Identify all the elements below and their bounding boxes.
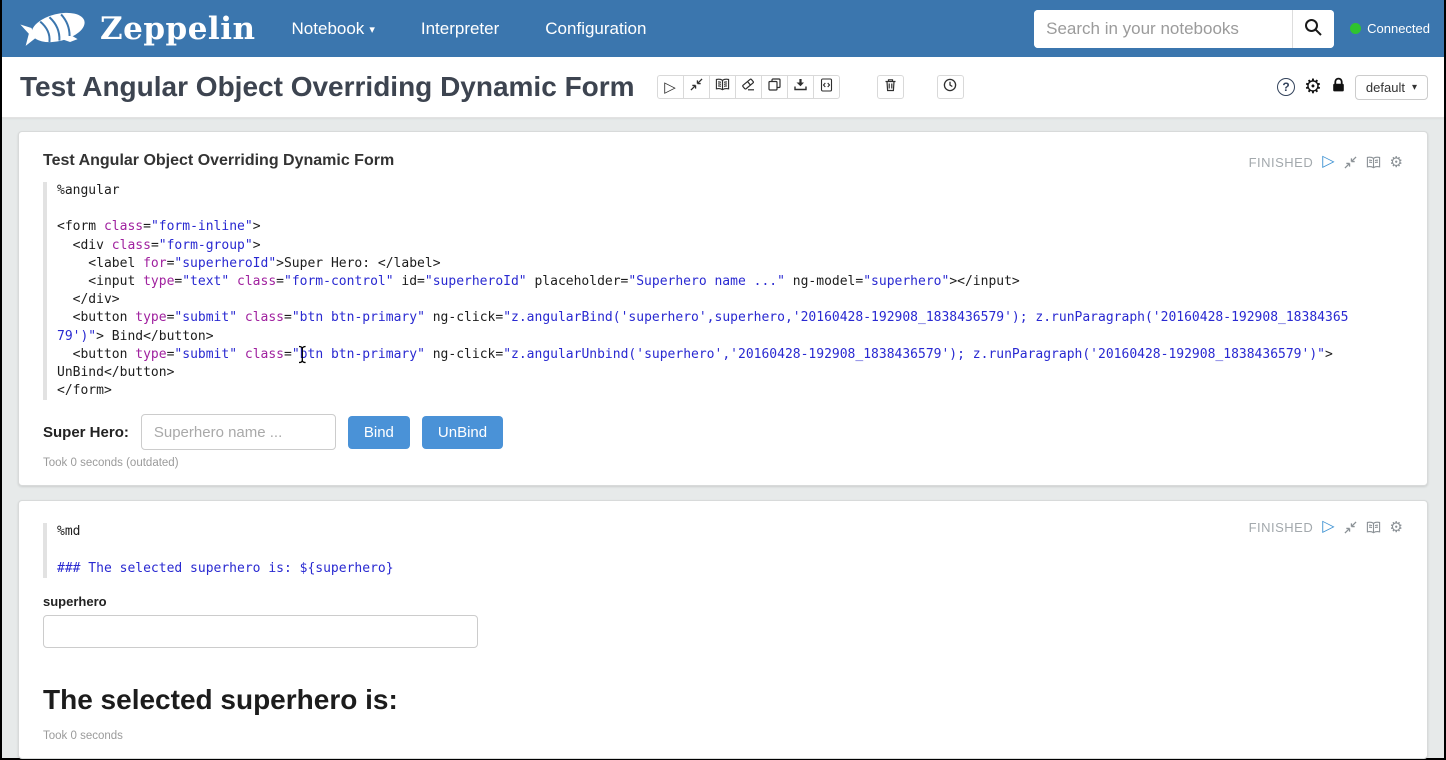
dynamic-form-row: Super Hero: Bind UnBind [43,414,1403,450]
markdown-heading: The selected superhero is: [43,684,1403,716]
export-notebook-button[interactable] [787,75,814,99]
status-badge: FINISHED [1249,155,1314,170]
brand-name: Zeppelin [100,11,256,47]
export-code-button[interactable] [813,75,840,99]
paragraph-title: Test Angular Object Overriding Dynamic F… [43,152,1403,170]
run-paragraph-icon[interactable]: ▷ [1322,154,1334,170]
nav-item-configuration[interactable]: Configuration [545,19,646,39]
run-all-button[interactable]: ▷ [657,75,684,99]
connected-dot-icon [1350,23,1361,34]
titlebar-right: ? ⚙ default ▾ [1277,75,1428,100]
notebook-toolbar: ▷ [657,75,840,99]
chevron-down-icon: ▾ [1412,82,1417,93]
notebook-title-bar: Test Angular Object Overriding Dynamic F… [2,57,1444,118]
paragraph-settings-icon[interactable]: ⚙ [1390,520,1403,535]
status-badge: FINISHED [1249,520,1314,535]
superhero-input[interactable] [141,414,336,450]
eraser-icon [741,78,755,96]
paragraph-angular: Test Angular Object Overriding Dynamic F… [18,131,1428,486]
version-control-button[interactable] [937,75,964,99]
unbind-button[interactable]: UnBind [422,416,503,449]
top-navbar: Zeppelin Notebook▾ Interpreter Configura… [2,0,1444,57]
notebook-title[interactable]: Test Angular Object Overriding Dynamic F… [20,71,635,103]
clear-output-button[interactable] [735,75,762,99]
revision-dropdown[interactable]: default ▾ [1355,75,1428,100]
compress-icon[interactable] [1344,156,1357,169]
paragraph-markdown: FINISHED ▷ ⚙ %md### The selected superhe… [18,500,1428,759]
book-icon [715,78,730,96]
navbar-right: Connected [1034,10,1430,48]
toggle-code-button[interactable] [709,75,736,99]
trash-icon [884,78,897,97]
nav-links: Notebook▾ Interpreter Configuration [292,19,647,39]
zeppelin-window: Zeppelin Notebook▾ Interpreter Configura… [0,0,1446,760]
notebook-content: Test Angular Object Overriding Dynamic F… [2,118,1444,759]
superhero-form-label: Super Hero: [43,424,129,441]
nav-item-interpreter[interactable]: Interpreter [421,19,499,39]
code-file-icon [820,78,833,97]
collapse-button[interactable] [683,75,710,99]
connection-status: Connected [1350,21,1430,36]
show-editor-icon[interactable] [1366,521,1381,534]
paragraph-settings-icon[interactable]: ⚙ [1390,155,1403,170]
connection-label: Connected [1367,21,1430,36]
search-button[interactable] [1292,10,1334,48]
compress-icon[interactable] [1344,521,1357,534]
zeppelin-logo-icon [20,3,92,54]
search-box [1034,10,1334,48]
download-icon [794,78,807,96]
play-icon: ▷ [664,80,676,95]
remove-notebook-button[interactable] [877,75,904,99]
run-paragraph-icon[interactable]: ▷ [1322,519,1334,535]
compress-icon [690,78,703,96]
superhero-var-input[interactable] [43,615,478,648]
execution-time: Took 0 seconds [43,730,1403,742]
nav-item-notebook[interactable]: Notebook▾ [292,19,375,39]
show-editor-icon[interactable] [1366,156,1381,169]
superhero-var-label: superhero [43,594,1403,609]
code-editor-markdown[interactable]: %md### The selected superhero is: ${supe… [43,523,1403,578]
chevron-down-icon: ▾ [369,24,375,36]
search-input[interactable] [1034,10,1292,48]
bind-button[interactable]: Bind [348,416,410,449]
revision-label: default [1366,80,1405,95]
search-icon [1304,18,1323,40]
execution-time: Took 0 seconds (outdated) [43,457,1403,469]
paragraph-status-bar: FINISHED ▷ ⚙ [1249,154,1403,170]
clone-notebook-button[interactable] [761,75,788,99]
clock-icon [943,78,957,97]
code-editor-angular[interactable]: %angular<form class="form-inline"> <div … [43,182,1403,400]
paragraph-status-bar: FINISHED ▷ ⚙ [1249,519,1403,535]
settings-gear-icon[interactable]: ⚙ [1304,77,1322,97]
help-icon[interactable]: ? [1277,78,1295,96]
lock-icon[interactable] [1331,77,1346,98]
zeppelin-brand[interactable]: Zeppelin [20,3,256,54]
clone-icon [768,78,781,96]
